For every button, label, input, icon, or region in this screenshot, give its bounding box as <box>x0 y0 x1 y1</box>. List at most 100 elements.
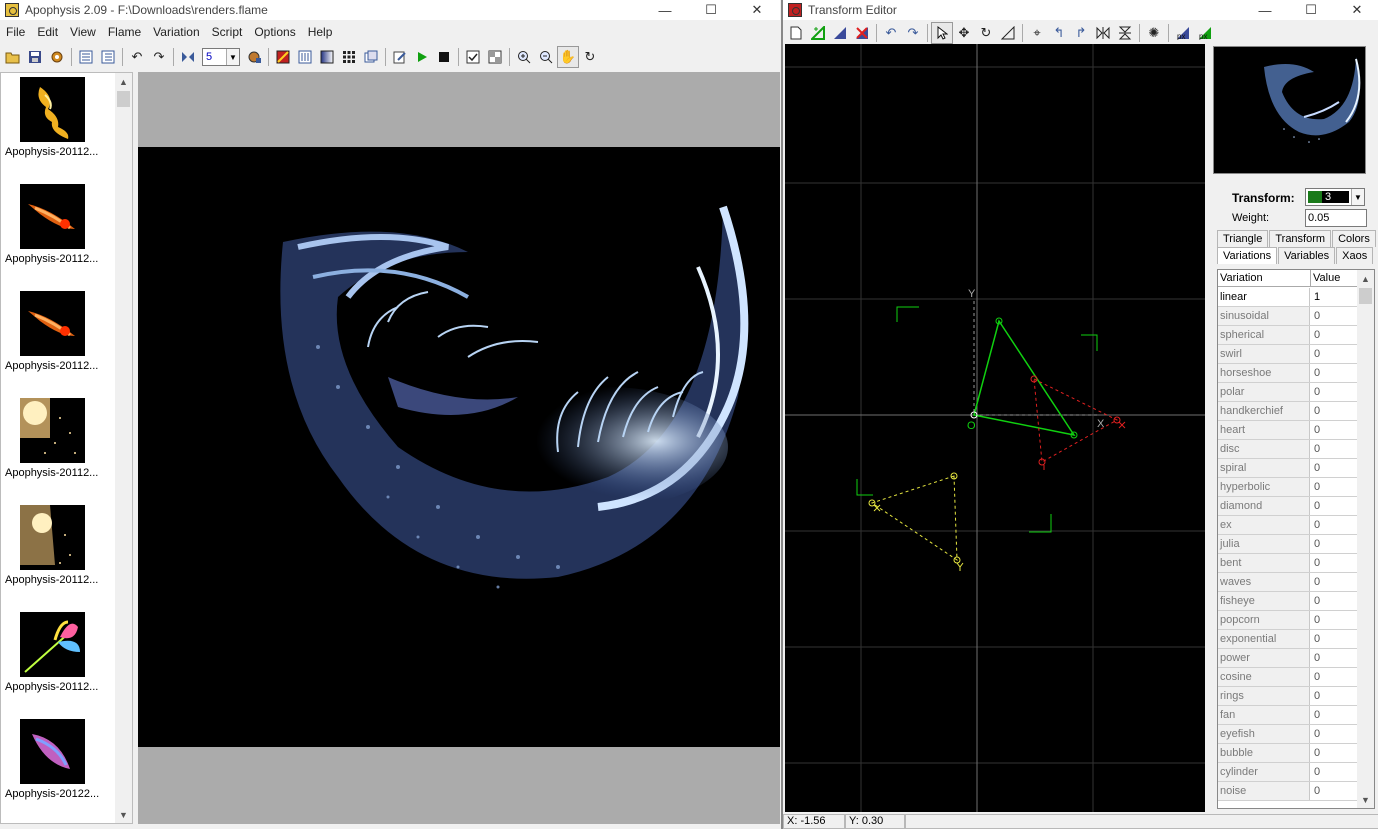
table-row[interactable]: spherical 0 <box>1218 326 1359 345</box>
rotate-icon[interactable]: ↻ <box>579 46 601 68</box>
table-row[interactable]: waves 0 <box>1218 573 1359 592</box>
show-var-icon[interactable]: ✺ <box>1143 22 1165 44</box>
table-row[interactable]: swirl 0 <box>1218 345 1359 364</box>
tab-transform[interactable]: Transform <box>1269 230 1332 247</box>
undo-icon[interactable]: ↶ <box>880 22 902 44</box>
table-row[interactable]: exponential 0 <box>1218 630 1359 649</box>
variation-value[interactable]: 0 <box>1311 497 1359 515</box>
variation-value[interactable]: 0 <box>1311 744 1359 762</box>
move-icon[interactable]: ✥ <box>953 22 975 44</box>
transform-grid-canvas[interactable]: Y X O <box>785 44 1205 812</box>
table-row[interactable]: sinusoidal 0 <box>1218 307 1359 326</box>
gear-icon[interactable] <box>46 46 68 68</box>
tab-variations[interactable]: Variations <box>1217 247 1278 264</box>
transparency-icon[interactable] <box>484 46 506 68</box>
variation-value[interactable]: 0 <box>1311 725 1359 743</box>
variation-value[interactable]: 0 <box>1311 611 1359 629</box>
column-header-variation[interactable]: Variation <box>1218 270 1311 287</box>
table-row[interactable]: fisheye 0 <box>1218 592 1359 611</box>
table-row[interactable]: noise 0 <box>1218 782 1359 801</box>
redo-icon[interactable]: ↷ <box>902 22 924 44</box>
scale-icon[interactable] <box>997 22 1019 44</box>
list-item[interactable]: Apophysis-20112... <box>1 610 117 710</box>
zoom-out-icon[interactable] <box>535 46 557 68</box>
table-row[interactable]: rings 0 <box>1218 687 1359 706</box>
rotate-icon[interactable]: ↻ <box>975 22 997 44</box>
list-item[interactable]: Apophysis-20122... <box>1 717 117 817</box>
duplicate-icon[interactable] <box>829 22 851 44</box>
menu-script[interactable]: Script <box>206 25 249 39</box>
play-icon[interactable] <box>411 46 433 68</box>
variation-value[interactable]: 0 <box>1311 592 1359 610</box>
maximize-button[interactable]: ☐ <box>688 0 734 20</box>
table-row[interactable]: cylinder 0 <box>1218 763 1359 782</box>
table-row[interactable]: linear 1 <box>1218 288 1359 307</box>
variation-value[interactable]: 0 <box>1311 668 1359 686</box>
menu-edit[interactable]: Edit <box>31 25 64 39</box>
list-item[interactable]: Apophysis-20112... <box>1 182 117 282</box>
menu-help[interactable]: Help <box>302 25 339 39</box>
center-icon[interactable]: ⌖ <box>1026 22 1048 44</box>
options-icon[interactable] <box>360 46 382 68</box>
tab-colors[interactable]: Colors <box>1332 230 1376 247</box>
variation-value[interactable]: 0 <box>1311 307 1359 325</box>
redo-icon[interactable]: ↷ <box>148 46 170 68</box>
table-row[interactable]: bubble 0 <box>1218 744 1359 763</box>
variation-value[interactable]: 0 <box>1311 421 1359 439</box>
zoom-in-icon[interactable] <box>513 46 535 68</box>
table-row[interactable]: hyperbolic 0 <box>1218 478 1359 497</box>
variation-value[interactable]: 0 <box>1311 402 1359 420</box>
scroll-up-icon[interactable]: ▲ <box>115 73 132 90</box>
hand-icon[interactable]: ✋ <box>557 46 579 68</box>
variation-value[interactable]: 0 <box>1311 326 1359 344</box>
variation-value[interactable]: 0 <box>1311 535 1359 553</box>
density-combo[interactable]: 5 ▼ <box>202 48 240 66</box>
list-item[interactable]: Apophysis-20112... <box>1 289 117 389</box>
flame-list[interactable]: Apophysis-20112... Apophysis-20112... Ap… <box>0 72 133 824</box>
list-item[interactable]: Apophysis-20112... <box>1 396 117 496</box>
add-triangle-icon[interactable] <box>807 22 829 44</box>
scroll-thumb[interactable] <box>117 91 130 107</box>
menu-file[interactable]: File <box>0 25 31 39</box>
list-icon[interactable] <box>75 46 97 68</box>
flip-v-icon[interactable] <box>1114 22 1136 44</box>
table-row[interactable]: ex 0 <box>1218 516 1359 535</box>
render-icon[interactable] <box>243 46 265 68</box>
table-row[interactable]: polar 0 <box>1218 383 1359 402</box>
post-x-icon[interactable]: px <box>1172 22 1194 44</box>
delete-icon[interactable] <box>851 22 873 44</box>
details-icon[interactable] <box>97 46 119 68</box>
open-icon[interactable] <box>2 46 24 68</box>
variation-value[interactable]: 0 <box>1311 706 1359 724</box>
variation-value[interactable]: 0 <box>1311 630 1359 648</box>
variation-value[interactable]: 0 <box>1311 516 1359 534</box>
variation-value[interactable]: 0 <box>1311 649 1359 667</box>
table-row[interactable]: diamond 0 <box>1218 497 1359 516</box>
table-row[interactable]: power 0 <box>1218 649 1359 668</box>
tab-xaos[interactable]: Xaos <box>1336 247 1374 264</box>
menu-flame[interactable]: Flame <box>102 25 147 39</box>
scroll-up-icon[interactable]: ▲ <box>1357 270 1374 287</box>
variation-value[interactable]: 0 <box>1311 687 1359 705</box>
menu-view[interactable]: View <box>64 25 102 39</box>
table-row[interactable]: disc 0 <box>1218 440 1359 459</box>
variation-value[interactable]: 0 <box>1311 782 1359 800</box>
rotate-right-icon[interactable]: ↱ <box>1070 22 1092 44</box>
grid-icon[interactable] <box>338 46 360 68</box>
table-row[interactable]: popcorn 0 <box>1218 611 1359 630</box>
editor-minimize-button[interactable]: — <box>1242 0 1288 20</box>
table-row[interactable]: handkerchief 0 <box>1218 402 1359 421</box>
variation-value[interactable]: 0 <box>1311 554 1359 572</box>
table-row[interactable]: eyefish 0 <box>1218 725 1359 744</box>
save-icon[interactable] <box>24 46 46 68</box>
variation-value[interactable]: 0 <box>1311 440 1359 458</box>
editor-icon[interactable] <box>272 46 294 68</box>
variation-value[interactable]: 1 <box>1311 288 1359 306</box>
rotate-left-icon[interactable]: ↰ <box>1048 22 1070 44</box>
table-row[interactable]: cosine 0 <box>1218 668 1359 687</box>
adjust-icon[interactable] <box>294 46 316 68</box>
variation-value[interactable]: 0 <box>1311 345 1359 363</box>
check-icon[interactable] <box>462 46 484 68</box>
variation-value[interactable]: 0 <box>1311 459 1359 477</box>
new-icon[interactable] <box>785 22 807 44</box>
